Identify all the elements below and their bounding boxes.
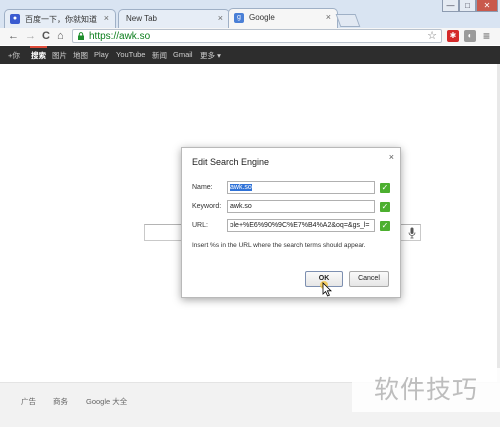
keyword-field[interactable]: awk.so: [227, 200, 375, 213]
browser-toolbar: ← → C ⌂ https://awk.so ☆ ✱ ◐ ≡: [0, 28, 500, 45]
forward-button[interactable]: →: [25, 29, 36, 43]
tab-close-icon[interactable]: ×: [104, 13, 109, 23]
tab-close-icon[interactable]: ×: [326, 12, 331, 22]
keyword-valid-check-icon: ✓: [380, 202, 390, 212]
mouse-cursor-icon: [320, 281, 332, 297]
google-bar: +你 搜索 图片 地图 Play YouTube 新闻 Gmail 更多 ▾: [0, 46, 500, 64]
extension-red-icon[interactable]: ✱: [447, 30, 459, 42]
keyword-label: Keyword:: [192, 203, 222, 210]
gbar-item-play[interactable]: Play: [94, 50, 109, 59]
tab-close-icon[interactable]: ×: [218, 13, 223, 23]
url-label: URL:: [192, 222, 208, 229]
maximize-button[interactable]: □: [459, 0, 476, 12]
microphone-icon[interactable]: [408, 227, 416, 239]
tab-google[interactable]: g Google ×: [228, 8, 338, 29]
tab-title: Google: [249, 13, 275, 22]
lock-icon: [78, 32, 84, 40]
name-field-value: awk.so: [230, 184, 252, 191]
tab-baidu[interactable]: ● 百度一下，你就知道 ×: [4, 9, 116, 28]
gbar-item-images[interactable]: 图片: [52, 50, 67, 61]
footer-link-business[interactable]: 商务: [53, 396, 68, 407]
url-text: https://awk.so: [89, 31, 151, 42]
gbar-item-gmail[interactable]: Gmail: [173, 50, 193, 59]
url-hint-text: Insert %s in the URL where the search te…: [192, 242, 366, 249]
watermark-text: 软件技巧: [352, 368, 500, 412]
new-tab-button[interactable]: [335, 14, 361, 27]
footer-link-ads[interactable]: 广告: [21, 396, 36, 407]
close-window-button[interactable]: ✕: [476, 0, 498, 12]
tab-strip: ● 百度一下，你就知道 × New Tab × g Google × — □ ✕: [0, 0, 500, 29]
footer-link-about[interactable]: Google 大全: [86, 396, 127, 407]
maximize-icon: □: [465, 1, 470, 10]
name-valid-check-icon: ✓: [380, 183, 390, 193]
gbar-active-indicator: [30, 46, 47, 48]
bookmark-star-icon[interactable]: ☆: [427, 29, 437, 42]
minimize-button[interactable]: —: [442, 0, 459, 12]
gbar-item-news[interactable]: 新闻: [152, 50, 167, 61]
google-g-icon: g: [234, 13, 244, 23]
dialog-close-icon[interactable]: ×: [389, 152, 394, 162]
cancel-button[interactable]: Cancel: [349, 271, 389, 287]
menu-icon[interactable]: ≡: [483, 29, 490, 43]
baidu-paw-icon: ●: [10, 14, 20, 24]
close-icon: ✕: [483, 1, 491, 10]
tab-title: 百度一下，你就知道: [25, 15, 97, 24]
name-label: Name:: [192, 184, 213, 191]
gbar-item-search[interactable]: 搜索: [31, 50, 46, 61]
extension-gray-icon[interactable]: ◐: [464, 30, 476, 42]
tab-new-tab[interactable]: New Tab ×: [118, 9, 230, 28]
address-bar[interactable]: https://awk.so ☆: [72, 29, 442, 43]
url-valid-check-icon: ✓: [380, 221, 390, 231]
gbar-item-youtube[interactable]: YouTube: [116, 50, 145, 59]
minimize-icon: —: [446, 1, 455, 10]
url-field-value: ɔle+%E6%90%9C%E7%B4%A2&oq=&gs_l=: [230, 222, 370, 229]
edit-search-engine-dialog: Edit Search Engine × Name: awk.so ✓ Keyw…: [181, 147, 401, 298]
gbar-item-maps[interactable]: 地图: [73, 50, 88, 61]
tab-title: New Tab: [126, 14, 157, 23]
gbar-item-more[interactable]: 更多 ▾: [200, 50, 221, 61]
home-button[interactable]: ⌂: [57, 29, 64, 43]
name-field[interactable]: awk.so: [227, 181, 375, 194]
gbar-item-plus[interactable]: +你: [8, 50, 20, 61]
url-field[interactable]: ɔle+%E6%90%9C%E7%B4%A2&oq=&gs_l=: [227, 219, 375, 232]
back-button[interactable]: ←: [8, 29, 19, 43]
keyword-field-value: awk.so: [230, 203, 252, 210]
reload-button[interactable]: C: [42, 29, 50, 43]
dialog-title: Edit Search Engine: [192, 157, 270, 167]
